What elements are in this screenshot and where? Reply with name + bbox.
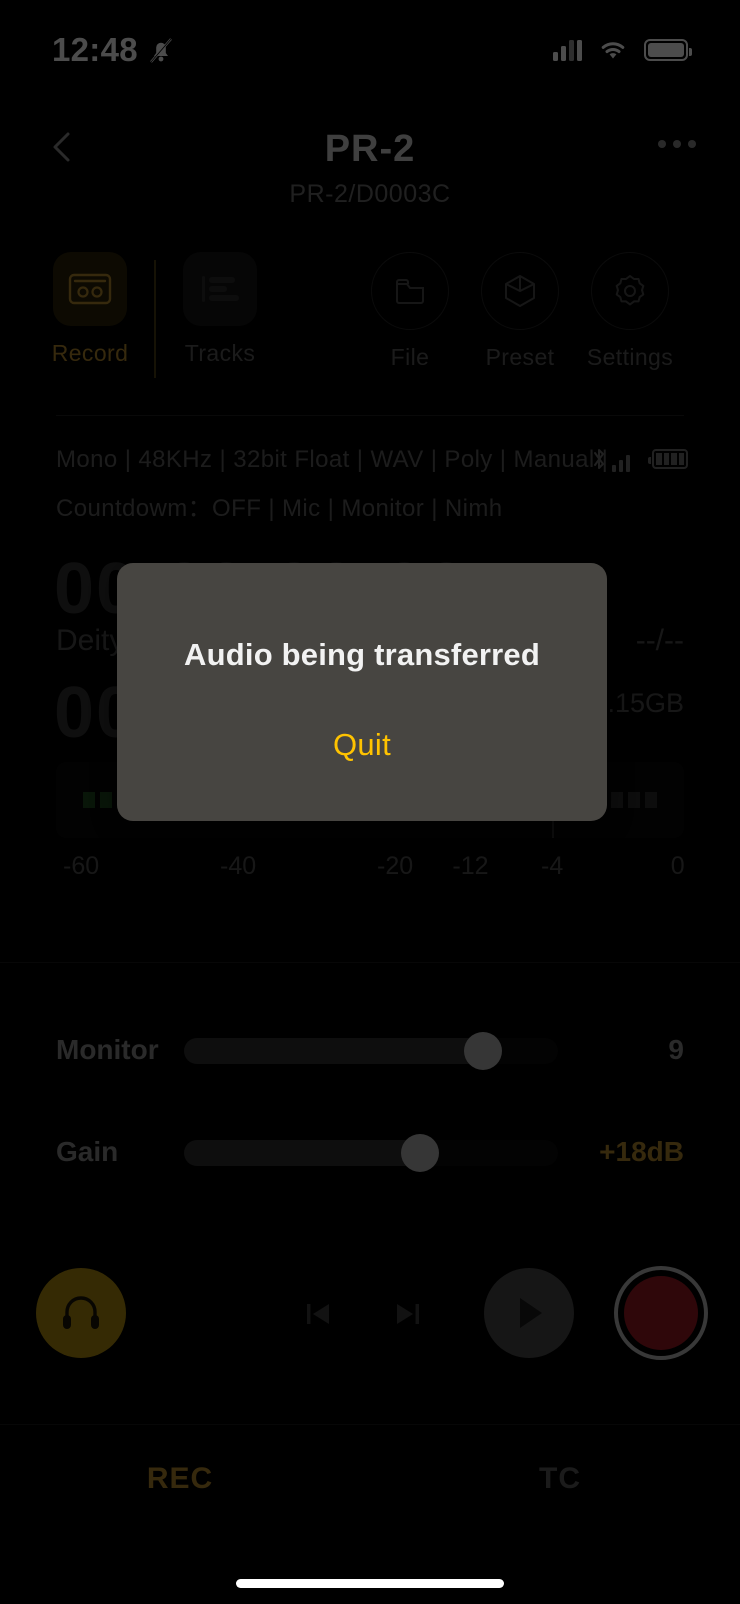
- skip-next-button[interactable]: [388, 1294, 428, 1334]
- ellipsis-icon[interactable]: [658, 140, 696, 148]
- nav-label-tracks: Tracks: [184, 340, 256, 366]
- battery-icon: [644, 39, 692, 61]
- meter-scale-label: 0: [670, 852, 685, 880]
- bluetooth-icon: [590, 446, 630, 472]
- nav-tabs: Record Tracks File Preset Settings: [0, 252, 740, 392]
- page-title: PR-2: [324, 128, 416, 170]
- device-battery-icon: [648, 449, 688, 469]
- folder-icon: [371, 252, 449, 330]
- monitor-slider-knob[interactable]: [464, 1032, 503, 1070]
- bottom-tab-bar: REC TC: [0, 1462, 740, 1522]
- tracks-list-icon: [183, 252, 257, 326]
- play-icon: [520, 1298, 542, 1328]
- nav-label-settings: Settings: [586, 344, 674, 370]
- nav-tab-preset[interactable]: Preset: [460, 252, 580, 371]
- cube-icon: [481, 252, 559, 330]
- skip-previous-icon: [307, 1304, 329, 1324]
- quit-button[interactable]: Quit: [333, 727, 391, 763]
- meter-scale-label: -60: [63, 852, 100, 880]
- divider-top: [56, 415, 684, 416]
- tab-tc[interactable]: TC: [410, 1462, 710, 1496]
- record-icon: [624, 1276, 698, 1350]
- recording-format-info: Mono | 48KHz | 32bit Float | WAV | Poly …: [56, 446, 609, 473]
- gain-slider[interactable]: [184, 1134, 558, 1172]
- nav-label-file: File: [390, 344, 430, 370]
- status-bar-left: 12:48: [52, 31, 174, 69]
- gain-slider-row: Gain +18dB: [0, 1124, 740, 1182]
- divider-bottom: [0, 1424, 740, 1425]
- skip-previous-button[interactable]: [298, 1294, 338, 1334]
- play-button[interactable]: [484, 1268, 574, 1358]
- cellular-signal-icon: [553, 39, 582, 61]
- dialog-title: Audio being transferred: [184, 637, 540, 672]
- status-bar-right: [553, 39, 692, 61]
- device-path-subtitle: PR-2/D0003C: [289, 180, 451, 208]
- nav-tab-settings[interactable]: Settings: [570, 252, 690, 371]
- nav-label-record: Record: [51, 340, 129, 366]
- status-time: 12:48: [52, 31, 138, 68]
- monitor-slider[interactable]: [184, 1032, 558, 1070]
- bell-muted-icon: [150, 38, 172, 63]
- nav-divider: [154, 260, 156, 378]
- monitor-slider-row: Monitor 9: [0, 1022, 740, 1080]
- meter-scale-label: -12: [452, 852, 489, 880]
- gain-slider-knob[interactable]: [400, 1134, 439, 1172]
- audio-transfer-dialog: Audio being transferred Quit: [117, 563, 607, 821]
- meter-scale-label: -20: [377, 852, 414, 880]
- nav-tab-tracks[interactable]: Tracks: [160, 252, 280, 367]
- recording-options-info: Countdowm：OFF | Mic | Monitor | Nimh: [56, 495, 503, 522]
- phone-screen: 12:48 PR-2 PR-2/D0003C Record Tracks Fil…: [0, 0, 740, 1604]
- gain-label: Gain: [56, 1136, 119, 1167]
- divider-mid: [0, 962, 740, 963]
- meter-scale-label: -40: [220, 852, 257, 880]
- meter-scale-label: -4: [540, 852, 564, 880]
- gear-icon: [591, 252, 669, 330]
- cassette-recorder-icon: [53, 252, 127, 326]
- gain-value: +18dB: [599, 1136, 684, 1167]
- home-indicator: [236, 1579, 504, 1588]
- headphone-button[interactable]: [36, 1268, 126, 1358]
- monitor-label: Monitor: [56, 1034, 159, 1065]
- status-bar: 12:48: [0, 0, 740, 100]
- skip-next-icon: [397, 1304, 419, 1324]
- tab-rec[interactable]: REC: [30, 1462, 330, 1496]
- nav-tab-file[interactable]: File: [350, 252, 470, 371]
- nav-tab-record[interactable]: Record: [30, 252, 150, 367]
- monitor-value: 9: [668, 1034, 684, 1065]
- record-button[interactable]: [614, 1266, 708, 1360]
- transport-controls: [0, 1266, 740, 1388]
- device-name-label: Deity: [56, 624, 125, 657]
- headphone-icon: [63, 1296, 99, 1329]
- app-header: PR-2 PR-2/D0003C: [0, 112, 740, 212]
- device-status-icons: [590, 446, 688, 472]
- level-meter-scale: -60 -40 -20 -12 -4 0: [56, 852, 685, 888]
- wifi-icon: [601, 42, 625, 59]
- take-counter: --/--: [635, 624, 684, 657]
- nav-label-preset: Preset: [485, 344, 555, 370]
